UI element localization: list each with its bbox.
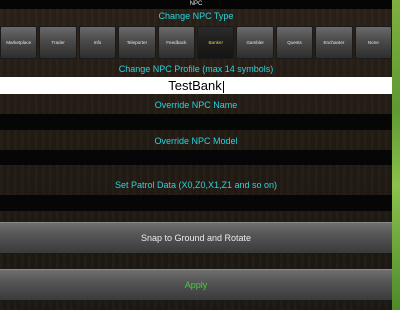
npc-type-banker-button[interactable]: Banker	[197, 26, 235, 59]
override-model-heading: Override NPC Model	[154, 136, 238, 146]
npc-type-marketplace-button[interactable]: Marketplace	[0, 26, 38, 59]
npc-profile-input[interactable]: TestBank	[0, 77, 392, 94]
scene-edge	[392, 0, 400, 310]
npc-type-trader-button[interactable]: Trader	[39, 26, 77, 59]
apply-button[interactable]: Apply	[0, 269, 392, 301]
npc-type-heading: Change NPC Type	[158, 11, 234, 21]
patrol-heading: Set Patrol Data (X0,Z0,X1,Z1 and so on)	[114, 180, 278, 190]
npc-profile-heading: Change NPC Profile (max 14 symbols)	[118, 64, 274, 74]
npc-type-quests-button[interactable]: Quests	[275, 26, 314, 59]
npc-type-teleporter-button[interactable]: Teleporter	[118, 26, 156, 59]
override-model-input[interactable]	[0, 150, 392, 165]
npc-type-feedback-button[interactable]: Feedback	[157, 26, 196, 59]
npc-type-enchanter-button[interactable]: Enchanter	[315, 26, 353, 59]
override-name-heading: Override NPC Name	[154, 100, 238, 110]
npc-type-gambler-button[interactable]: Gambler	[236, 26, 274, 59]
npc-type-none-button[interactable]: None	[354, 26, 393, 59]
npc-profile-value: TestBank	[168, 78, 222, 93]
snap-to-ground-button[interactable]: Snap to Ground and Rotate	[0, 222, 392, 254]
patrol-input[interactable]	[0, 195, 392, 211]
window-title: NPC	[0, 0, 392, 9]
override-name-input[interactable]	[0, 114, 392, 130]
text-caret	[222, 80, 224, 93]
npc-type-info-button[interactable]: Info	[78, 26, 117, 59]
npc-type-row: Marketplace Trader Info Teleporter Feedback B…	[0, 26, 393, 59]
